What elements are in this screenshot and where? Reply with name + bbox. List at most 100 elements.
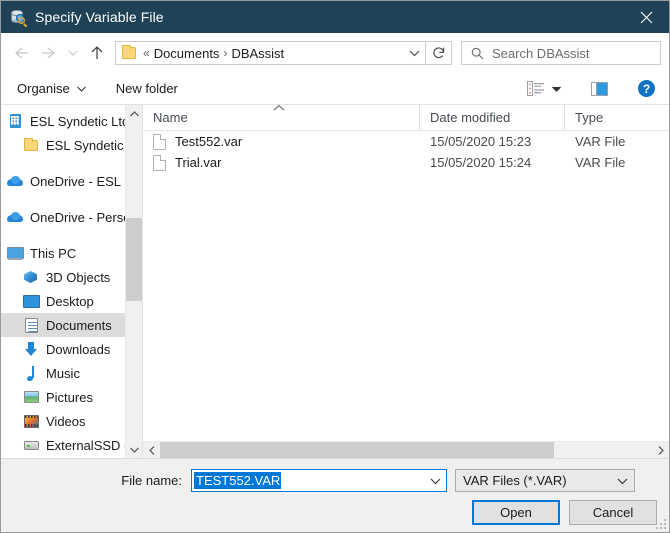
chevron-down-icon	[129, 447, 139, 453]
sidebar-item-esl-syndetic-es[interactable]: ESL Syndetic - ES	[1, 133, 142, 157]
navigation-scroll-thumb[interactable]	[125, 217, 142, 301]
back-button[interactable]	[7, 39, 35, 67]
sidebar-item-label: Downloads	[46, 341, 111, 357]
chevron-down-icon	[617, 470, 628, 491]
dialog-buttons: Open Cancel	[1, 500, 657, 525]
address-bar[interactable]: « Documents › DBAssist	[115, 41, 426, 65]
arrow-right-icon	[42, 47, 56, 59]
sidebar-item-label: ESL Syndetic Ltd	[30, 113, 130, 129]
up-button[interactable]	[83, 39, 111, 67]
scroll-up-button[interactable]	[126, 105, 143, 122]
navigation-group-gap	[1, 229, 142, 241]
open-button[interactable]: Open	[472, 500, 560, 525]
sidebar-item-esl-syndetic-ltd[interactable]: ESL Syndetic Ltd	[1, 109, 142, 133]
refresh-button[interactable]	[426, 41, 452, 65]
file-name-dropdown-button[interactable]	[424, 470, 446, 491]
chevron-up-icon	[129, 110, 139, 116]
column-label-date-modified: Date modified	[430, 110, 511, 125]
sidebar-item-documents[interactable]: Documents	[1, 313, 142, 337]
sidebar-item-music[interactable]: Music	[1, 361, 142, 385]
column-header-type[interactable]: Type	[565, 105, 653, 131]
navigation-pane: ESL Syndetic Ltd ESL Syndetic - ES OneDriv…	[1, 105, 143, 458]
help-icon: ?	[638, 80, 655, 97]
window-title: Specify Variable File	[35, 9, 164, 25]
sidebar-item-pictures[interactable]: Pictures	[1, 385, 142, 409]
videos-icon	[23, 413, 39, 429]
column-label-type: Type	[575, 110, 604, 125]
refresh-icon	[432, 47, 444, 59]
music-icon	[23, 365, 39, 381]
recent-locations-button[interactable]	[63, 39, 83, 67]
file-name-value[interactable]: TEST552.VAR	[194, 472, 282, 489]
horizontal-scroll-thumb[interactable]	[160, 441, 554, 459]
chevron-down-icon	[552, 86, 561, 92]
search-input[interactable]: Search DBAssist	[492, 46, 590, 61]
file-name-input[interactable]: TEST552.VAR	[191, 469, 447, 492]
file-date-cell: 15/05/2020 15:23	[430, 134, 532, 149]
table-row[interactable]: Trial.var 15/05/2020 15:24 VAR File	[143, 152, 669, 173]
database-search-icon	[10, 9, 26, 25]
3d-objects-icon	[23, 269, 39, 285]
sidebar-item-desktop[interactable]: Desktop	[1, 289, 142, 313]
scroll-down-button[interactable]	[126, 441, 143, 458]
horizontal-scroll-track[interactable]	[160, 441, 652, 459]
file-date-cell: 15/05/2020 15:24	[430, 155, 532, 170]
file-type-select[interactable]: VAR Files (*.VAR)	[455, 469, 635, 492]
sidebar-item-onedrive-esl-sy[interactable]: OneDrive - ESL Sy	[1, 169, 142, 193]
title-bar: Specify Variable File	[1, 1, 669, 33]
sidebar-item-downloads[interactable]: Downloads	[1, 337, 142, 361]
navigation-scrollbar[interactable]	[125, 105, 142, 458]
close-icon	[640, 11, 652, 23]
preview-pane-button[interactable]	[587, 77, 612, 101]
arrow-up-icon	[91, 46, 103, 59]
navigation-list: ESL Syndetic Ltd ESL Syndetic - ES OneDriv…	[1, 105, 142, 458]
sidebar-item-label: Music	[46, 365, 80, 381]
file-name-cell: Trial.var	[143, 154, 420, 171]
sidebar-item-videos[interactable]: Videos	[1, 409, 142, 433]
building-icon	[7, 113, 23, 129]
sidebar-item-externalssd-b[interactable]: ExternalSSD (B:)	[1, 433, 142, 457]
chevron-down-icon	[76, 86, 86, 92]
organise-button[interactable]: Organise	[13, 77, 90, 101]
sort-ascending-icon	[273, 103, 285, 114]
sidebar-item-label: Documents	[46, 317, 112, 333]
folder-icon	[122, 45, 136, 59]
table-row[interactable]: Test552.var 15/05/2020 15:23 VAR File	[143, 131, 669, 152]
address-dropdown-button[interactable]	[403, 42, 425, 64]
view-list-icon	[527, 81, 545, 96]
breadcrumb-overflow[interactable]: «	[143, 46, 150, 60]
file-name-label: File name:	[121, 473, 182, 488]
desktop-icon	[23, 293, 40, 309]
new-folder-button[interactable]: New folder	[112, 77, 182, 101]
column-headers: Name Date modified Type	[143, 103, 669, 131]
sidebar-item-onedrive-person[interactable]: OneDrive - Person	[1, 205, 142, 229]
scroll-left-button[interactable]	[143, 442, 160, 459]
breadcrumb-item-documents[interactable]: Documents	[154, 46, 220, 61]
file-name-text: Trial.var	[175, 155, 222, 170]
file-name-text: Test552.var	[175, 134, 243, 149]
column-header-date-modified[interactable]: Date modified	[420, 104, 565, 131]
dialog-footer: File name: TEST552.VAR VAR Files (*.VAR)…	[1, 458, 669, 532]
help-button[interactable]: ?	[634, 77, 659, 101]
breadcrumb-item-dbassist[interactable]: DBAssist	[231, 46, 284, 61]
scroll-right-button[interactable]	[652, 442, 669, 459]
file-type-cell: VAR File	[575, 155, 626, 170]
forward-button[interactable]	[35, 39, 63, 67]
cancel-button[interactable]: Cancel	[569, 500, 657, 525]
file-name-cell: Test552.var	[143, 133, 420, 150]
sidebar-item-label: 3D Objects	[46, 269, 111, 285]
close-button[interactable]	[623, 1, 669, 33]
sidebar-item-this-pc[interactable]: This PC	[1, 241, 142, 265]
sidebar-item-label: OneDrive - Person	[30, 209, 138, 225]
resize-grip[interactable]	[656, 519, 667, 530]
file-list-horizontal-scrollbar[interactable]	[143, 441, 669, 459]
this-pc-icon	[7, 245, 24, 261]
folder-icon	[23, 137, 39, 153]
change-view-button[interactable]	[523, 77, 565, 101]
sidebar-item-label: OneDrive - ESL Sy	[30, 173, 140, 189]
navigation-scroll-track[interactable]	[125, 122, 142, 441]
file-type-value: VAR Files (*.VAR)	[463, 473, 567, 488]
search-box[interactable]: Search DBAssist	[461, 41, 661, 65]
organise-label: Organise	[17, 81, 70, 96]
sidebar-item-3d-objects[interactable]: 3D Objects	[1, 265, 142, 289]
